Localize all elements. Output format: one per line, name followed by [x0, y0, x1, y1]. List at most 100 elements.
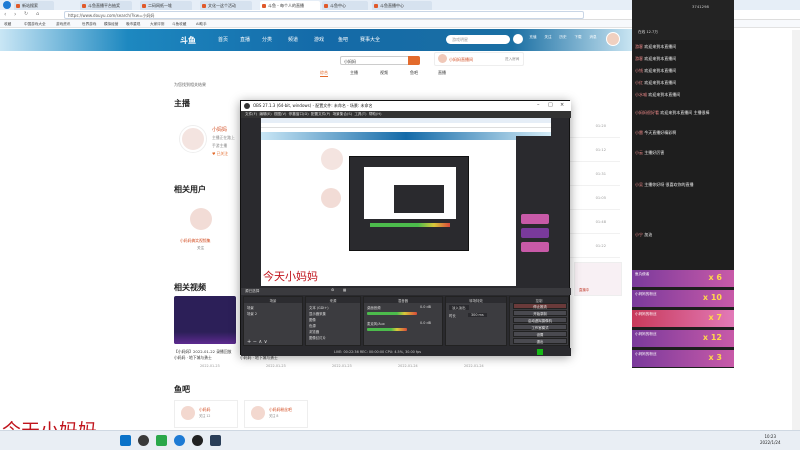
menu-help[interactable]: 帮助(H) [369, 112, 382, 116]
chat-user[interactable]: 小宁 [635, 232, 643, 237]
browser-tab[interactable]: 文化—这个活动 [200, 1, 252, 10]
address-bar[interactable]: https://www.douyu.com/search/?kw=小妈妈 [64, 11, 584, 19]
menu-view[interactable]: 视图(V) [274, 112, 286, 116]
browser-tab[interactable]: 斗鱼直播中心 [372, 1, 432, 10]
source-item[interactable]: 色源 [309, 323, 316, 328]
anchor-follow-button[interactable]: ♥ 已关注 [212, 151, 228, 157]
stop-streaming-button[interactable]: 停止推流 [513, 303, 567, 309]
virtual-camera-button[interactable]: 启动虚拟摄像机 [513, 317, 567, 323]
anchor-avatar[interactable] [180, 126, 206, 152]
fishbar-card[interactable]: 小妈妈 关注 12 [174, 400, 238, 428]
nav-category[interactable]: 分类 [262, 36, 272, 43]
bookmark-item[interactable]: 世界游戏 [82, 22, 96, 27]
browser-tab[interactable]: 斗鱼直播平台抽奖 [80, 1, 132, 10]
transition-select[interactable]: 淡入淡出 [449, 305, 469, 310]
steam-icon[interactable] [210, 435, 221, 446]
nav-fishbar[interactable]: 鱼吧 [338, 36, 348, 43]
start-recording-button[interactable]: 开始录制 [513, 310, 567, 316]
scene-add-remove-icons[interactable]: + − ∧ ∨ [247, 339, 267, 345]
chat-user[interactable]: 小红 [635, 80, 643, 85]
gear-icon[interactable]: ⚙ [331, 288, 334, 292]
site-logo[interactable]: 斗鱼 [180, 35, 196, 46]
fishbar-card[interactable]: 小妈妈粉丝吧 关注 8 [244, 400, 308, 428]
menu-profile[interactable]: 配置文件(P) [311, 112, 330, 116]
exit-button[interactable]: 退出 [513, 338, 567, 344]
nav-live[interactable]: 直播 [240, 36, 250, 43]
menu-tools[interactable]: 工具(T) [354, 112, 366, 116]
forward-icon[interactable]: › [14, 11, 16, 18]
browser-tab[interactable]: 斗鱼中心 [322, 1, 368, 10]
header-download[interactable]: 下载 [571, 35, 585, 40]
scene-item[interactable]: 场景 2 [247, 311, 257, 316]
chat-user[interactable]: 小水喵 [635, 92, 647, 97]
side-list-item[interactable]: 01:48 [570, 212, 620, 234]
menu-file[interactable]: 文件(F) [245, 112, 257, 116]
search-icon[interactable] [513, 34, 523, 44]
search-submit-button[interactable] [408, 56, 420, 65]
browser-icon[interactable] [174, 435, 185, 446]
site-search-input[interactable]: 游戏明星 [446, 35, 510, 44]
tab-fishbar[interactable]: 鱼吧 [410, 70, 418, 76]
bookmark-item[interactable]: AI助手 [196, 22, 207, 27]
header-follow[interactable]: 关注 [541, 35, 555, 40]
side-list-item[interactable]: 01:05 [570, 188, 620, 210]
minimize-icon[interactable]: – [537, 102, 540, 108]
room-enter-link[interactable]: 进入房间 [505, 57, 519, 62]
menu-scene-collection[interactable]: 场景集合(S) [333, 112, 352, 116]
back-icon[interactable]: ‹ [4, 11, 6, 18]
header-history[interactable]: 历史 [556, 35, 570, 40]
side-list-item[interactable]: 01:22 [570, 236, 620, 258]
transition-duration-input[interactable]: 300 ms [468, 313, 487, 317]
bookmark-item[interactable]: 中国游戏大全 [24, 22, 46, 27]
video-thumbnail[interactable] [174, 296, 236, 344]
side-list-item[interactable]: 01:20 [570, 116, 620, 138]
nav-events[interactable]: 赛事大全 [360, 36, 380, 43]
system-clock[interactable]: 10:23 2022/1/24 [760, 434, 781, 446]
maximize-icon[interactable]: □ [548, 102, 553, 108]
recommend-card[interactable]: 直播中 [574, 262, 622, 296]
browser-logo-icon[interactable] [3, 1, 11, 9]
header-message[interactable]: 消息 [586, 35, 600, 40]
side-list-item[interactable]: 01:31 [570, 164, 620, 186]
side-list-item[interactable]: 01:12 [570, 140, 620, 162]
bookmark-item[interactable]: 斗鱼收藏 [172, 22, 186, 27]
menu-docks[interactable]: 停靠窗口(D) [289, 112, 309, 116]
nav-channel[interactable]: 频道 [288, 36, 298, 43]
user-avatar[interactable] [606, 32, 620, 46]
chat-user[interactable]: 小云 [635, 150, 643, 155]
studio-mode-button[interactable]: 工作室模式 [513, 324, 567, 330]
bookmark-item[interactable]: 模拟经营 [104, 22, 118, 27]
search-icon[interactable] [138, 435, 149, 446]
source-item[interactable]: 图像幻灯片 [309, 335, 326, 340]
obs-icon[interactable] [192, 435, 203, 446]
source-item[interactable]: 图像 [309, 317, 316, 322]
settings-button[interactable]: 设置 [513, 331, 567, 337]
source-item[interactable]: 浏览器 [309, 329, 319, 334]
close-icon[interactable]: × [560, 102, 564, 108]
scene-item[interactable]: 场景 [247, 305, 254, 310]
header-recharge[interactable]: 充值 [526, 35, 540, 40]
source-item[interactable]: 显示器采集 [309, 311, 326, 316]
nav-home[interactable]: 首页 [218, 36, 228, 43]
bookmark-item[interactable]: 晚市重现 [126, 22, 140, 27]
page-scrollbar[interactable] [792, 30, 800, 430]
bookmark-item[interactable]: 游戏资讯 [56, 22, 70, 27]
wechat-icon[interactable] [156, 435, 167, 446]
obs-preview[interactable]: 今天小妈妈 [261, 118, 551, 286]
browser-tab[interactable]: 二码网纸一堆 [140, 1, 192, 10]
tab-live[interactable]: 直播 [438, 70, 446, 76]
filter-icon[interactable]: ▦ [343, 288, 346, 292]
related-user-follow-button[interactable]: 关注 [197, 246, 204, 251]
chat-user[interactable]: 游客 [635, 56, 643, 61]
chat-user[interactable]: 小妈妈很好看 [635, 110, 659, 115]
tab-all[interactable]: 综合 [320, 70, 328, 77]
home-icon[interactable]: ⌂ [36, 11, 39, 17]
source-item[interactable]: 文本 (GDI+) [309, 305, 329, 310]
bookmark-item[interactable]: 大家评测 [150, 22, 164, 27]
nav-game[interactable]: 游戏 [314, 36, 324, 43]
chat-user[interactable]: 游客 [635, 44, 643, 49]
chat-user[interactable]: 小钱 [635, 68, 643, 73]
room-suggestion[interactable]: 小妈妈直播间 进入房间 [434, 52, 524, 66]
reload-icon[interactable]: ↻ [24, 11, 28, 17]
tab-video[interactable]: 视频 [380, 70, 388, 76]
